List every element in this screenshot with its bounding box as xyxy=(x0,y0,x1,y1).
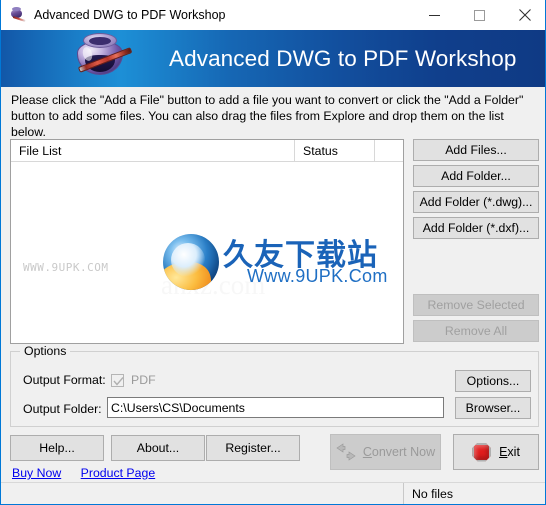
add-folder-dxf-button[interactable]: Add Folder (*.dxf)... xyxy=(413,217,539,239)
output-format-label: Output Format: xyxy=(23,373,106,387)
globe-swirl-icon xyxy=(163,234,219,290)
options-group: Options Output Format: PDF Output Folder… xyxy=(10,344,539,427)
exit-label: Exit xyxy=(499,445,520,459)
remove-buttons-group: Remove Selected Remove All xyxy=(413,294,539,346)
column-header-status[interactable]: Status xyxy=(295,140,375,162)
options-group-title: Options xyxy=(20,344,71,358)
output-format-value: PDF xyxy=(131,373,156,387)
instructions-text: Please click the "Add a File" button to … xyxy=(11,92,539,140)
watermark-ghost-text: anxz.com xyxy=(161,270,266,300)
convert-rest-label: onvert Now xyxy=(371,445,436,459)
add-folder-dwg-button[interactable]: Add Folder (*.dwg)... xyxy=(413,191,539,213)
watermark-card xyxy=(159,224,403,316)
register-button[interactable]: Register... xyxy=(206,435,300,461)
exit-button[interactable]: Exit xyxy=(453,434,539,470)
footer-links: Buy Now Product Page xyxy=(12,466,171,480)
about-button[interactable]: About... xyxy=(111,435,205,461)
window-controls xyxy=(412,0,545,30)
title-bar: Advanced DWG to PDF Workshop xyxy=(1,0,545,30)
convert-now-button[interactable]: Convert Now xyxy=(330,434,441,470)
output-folder-input[interactable] xyxy=(107,397,444,418)
output-folder-label: Output Folder: xyxy=(23,402,102,416)
application-window: Advanced DWG to PDF Workshop Advanced DW… xyxy=(0,0,546,505)
column-header-file-list[interactable]: File List xyxy=(11,140,295,162)
watermark-faint-text: WWW.9UPK.COM xyxy=(23,261,109,274)
add-buttons-group: Add Files... Add Folder... Add Folder (*… xyxy=(413,139,539,243)
buy-now-link[interactable]: Buy Now xyxy=(12,466,61,480)
minimize-icon[interactable] xyxy=(412,0,457,30)
file-list-body[interactable]: WWW.9UPK.COM anxz.com 久友下载站 Www.9UPK.Com xyxy=(11,162,403,343)
convert-arrows-icon xyxy=(336,443,356,461)
remove-all-button[interactable]: Remove All xyxy=(413,320,539,342)
close-icon[interactable] xyxy=(502,0,545,30)
status-pane-left xyxy=(1,482,404,504)
status-pane-right: No files xyxy=(412,486,454,501)
add-folder-button[interactable]: Add Folder... xyxy=(413,165,539,187)
remove-selected-button[interactable]: Remove Selected xyxy=(413,294,539,316)
maximize-icon[interactable] xyxy=(457,0,502,30)
status-bar: No files xyxy=(1,482,545,504)
instructions-line-2: button to add some files. You can also d… xyxy=(11,109,504,139)
instructions-line-1: Please click the "Add a File" button to … xyxy=(11,93,524,107)
browser-button[interactable]: Browser... xyxy=(455,397,531,419)
add-files-button[interactable]: Add Files... xyxy=(413,139,539,161)
convert-accel-letter: C xyxy=(362,445,372,459)
file-list-header: File List Status xyxy=(11,140,403,162)
help-button[interactable]: Help... xyxy=(10,435,104,461)
product-page-link[interactable]: Product Page xyxy=(81,466,156,480)
watermark-url-text: Www.9UPK.Com xyxy=(247,266,388,286)
output-format-checkbox[interactable] xyxy=(111,374,124,387)
options-button[interactable]: Options... xyxy=(455,370,531,392)
watermark-chinese-text: 久友下载站 xyxy=(223,238,378,273)
convert-now-label: Convert Now xyxy=(363,445,435,459)
header-banner: Advanced DWG to PDF Workshop xyxy=(1,30,545,87)
banner-title: Advanced DWG to PDF Workshop xyxy=(169,45,517,71)
file-list-box[interactable]: File List Status WWW.9UPK.COM anxz.com 久… xyxy=(10,139,404,344)
column-header-extra[interactable] xyxy=(375,140,403,162)
site-watermark: WWW.9UPK.COM anxz.com 久友下载站 Www.9UPK.Com xyxy=(11,162,403,343)
inkwell-pen-logo xyxy=(73,31,135,86)
inkwell-pen-icon xyxy=(10,7,26,23)
stop-octagon-icon xyxy=(472,442,492,462)
exit-rest-label: xit xyxy=(507,445,520,459)
window-title: Advanced DWG to PDF Workshop xyxy=(34,8,226,22)
